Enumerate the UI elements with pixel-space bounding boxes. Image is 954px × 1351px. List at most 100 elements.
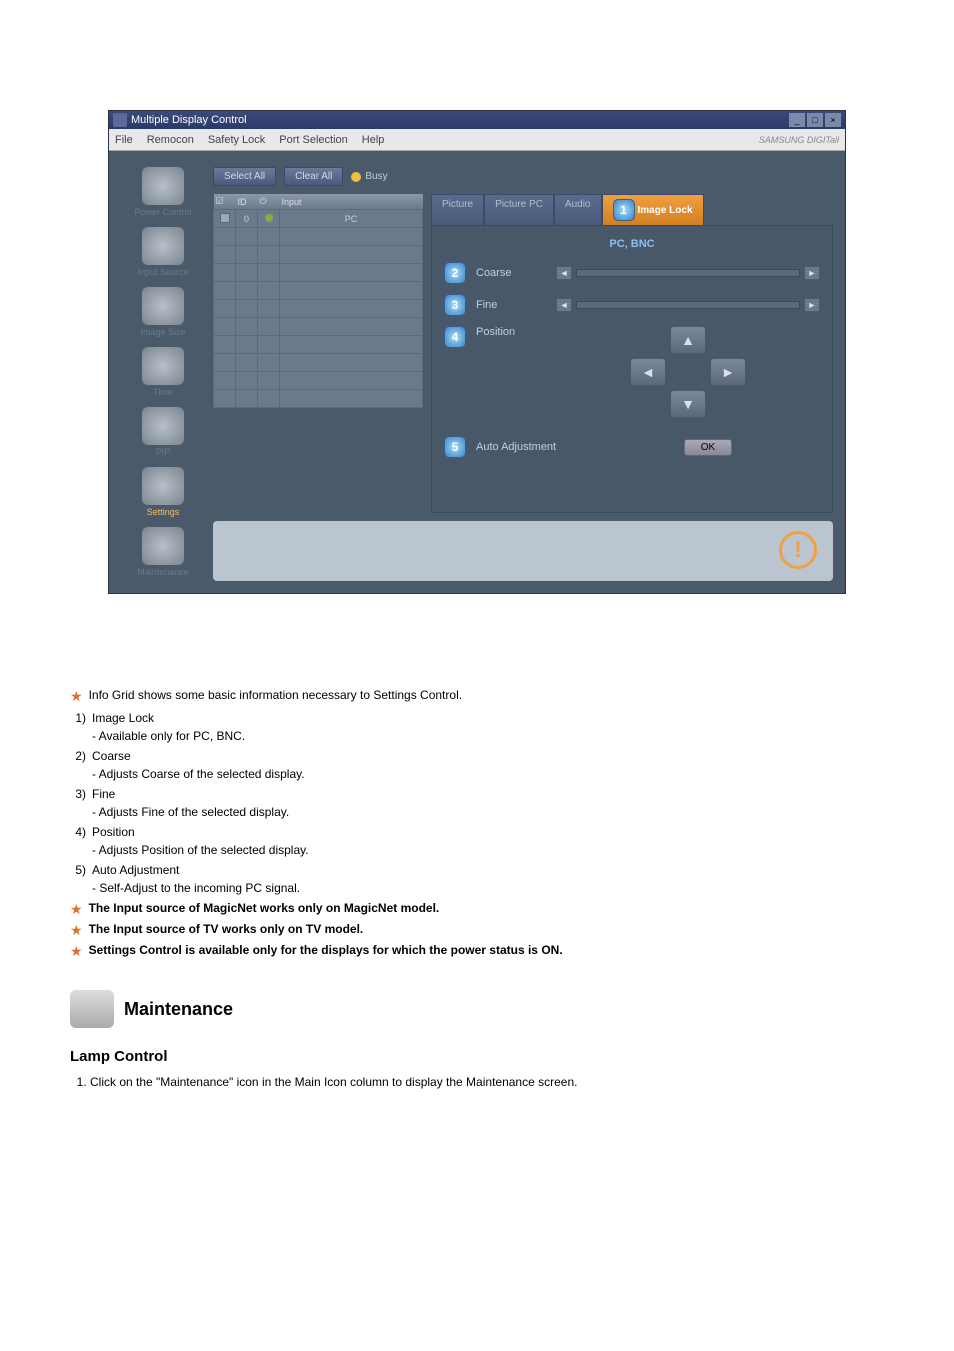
wrench-icon bbox=[70, 990, 114, 1028]
menu-safety-lock[interactable]: Safety Lock bbox=[208, 134, 265, 146]
busy-indicator: Busy bbox=[351, 171, 387, 182]
time-icon bbox=[142, 347, 184, 385]
fine-increase-button[interactable]: ► bbox=[804, 298, 820, 312]
position-right-button[interactable]: ► bbox=[710, 358, 746, 386]
fine-row: 3 Fine ◄ ► bbox=[444, 294, 820, 316]
settings-icon bbox=[142, 467, 184, 505]
list-note: - Adjusts Position of the selected displ… bbox=[92, 843, 884, 857]
coarse-decrease-button[interactable]: ◄ bbox=[556, 266, 572, 280]
star-icon: ★ bbox=[70, 688, 83, 705]
sidebar-label: Settings bbox=[147, 507, 180, 517]
title-text: Multiple Display Control bbox=[131, 114, 247, 126]
sidebar-label: Power Control bbox=[134, 207, 191, 217]
fine-label: Fine bbox=[476, 299, 546, 311]
busy-label: Busy bbox=[365, 171, 387, 182]
menu-file[interactable]: File bbox=[115, 134, 133, 146]
table-row bbox=[214, 372, 423, 390]
tab-label: Image Lock bbox=[638, 205, 693, 216]
coarse-track[interactable] bbox=[576, 269, 800, 277]
app-window: Multiple Display Control _ □ × File Remo… bbox=[108, 110, 846, 594]
app-icon bbox=[113, 113, 127, 127]
position-label: Position bbox=[476, 326, 546, 338]
col-id: ID bbox=[236, 194, 258, 210]
coarse-slider: ◄ ► bbox=[556, 266, 820, 280]
menubar: File Remocon Safety Lock Port Selection … bbox=[109, 129, 845, 151]
fine-slider: ◄ ► bbox=[556, 298, 820, 312]
position-left-button[interactable]: ◄ bbox=[630, 358, 666, 386]
menu-remocon[interactable]: Remocon bbox=[147, 134, 194, 146]
sidebar-item-image-size[interactable]: Image Size bbox=[121, 283, 205, 341]
sidebar-item-time[interactable]: Time bbox=[121, 343, 205, 401]
note-text: The Input source of MagicNet works only … bbox=[89, 901, 440, 915]
tab-picture[interactable]: Picture bbox=[431, 194, 484, 225]
pip-icon bbox=[142, 407, 184, 445]
sidebar-item-power-control[interactable]: Power Control bbox=[121, 163, 205, 221]
power-on-icon bbox=[265, 214, 273, 222]
list-item: 2) Coarse bbox=[70, 749, 884, 763]
coarse-increase-button[interactable]: ► bbox=[804, 266, 820, 280]
doc-intro: ★ Info Grid shows some basic information… bbox=[70, 688, 884, 705]
position-row: 4 Position ▲ ◄ ► bbox=[444, 326, 820, 418]
coarse-row: 2 Coarse ◄ ► bbox=[444, 262, 820, 284]
sidebar-item-pip[interactable]: PIP bbox=[121, 403, 205, 461]
grid-header-row: ☑ ID ⏻ Input bbox=[214, 194, 423, 210]
brand-label: SAMSUNG DIGITall bbox=[759, 135, 839, 145]
info-grid: ☑ ID ⏻ Input 0 PC bbox=[213, 194, 423, 513]
table-row[interactable]: 0 PC bbox=[214, 210, 423, 228]
doc-note: ★ Settings Control is available only for… bbox=[70, 943, 884, 960]
marker-2: 2 bbox=[444, 262, 466, 284]
app-body: Power Control Input Source Image Size Ti… bbox=[109, 151, 845, 593]
size-icon bbox=[142, 287, 184, 325]
sidebar-item-maintenance[interactable]: Maintenance bbox=[121, 523, 205, 581]
minimize-button[interactable]: _ bbox=[789, 113, 805, 127]
footer-area: ! bbox=[213, 521, 833, 581]
tabs: Picture Picture PC Audio 1 Image Lock bbox=[431, 194, 833, 225]
list-note: - Adjusts Coarse of the selected display… bbox=[92, 767, 884, 781]
menu-port-selection[interactable]: Port Selection bbox=[279, 134, 347, 146]
maximize-button[interactable]: □ bbox=[807, 113, 823, 127]
table-row bbox=[214, 318, 423, 336]
sidebar-label: Input Source bbox=[137, 267, 188, 277]
section-header: Maintenance bbox=[70, 990, 884, 1028]
tab-picture-pc[interactable]: Picture PC bbox=[484, 194, 554, 225]
tab-image-lock[interactable]: 1 Image Lock bbox=[602, 194, 704, 225]
position-down-button[interactable]: ▼ bbox=[670, 390, 706, 418]
star-icon: ★ bbox=[70, 943, 83, 960]
col-input: Input bbox=[280, 194, 423, 210]
table-row bbox=[214, 300, 423, 318]
fine-decrease-button[interactable]: ◄ bbox=[556, 298, 572, 312]
table-row bbox=[214, 264, 423, 282]
menu-help[interactable]: Help bbox=[362, 134, 385, 146]
auto-adjust-ok-button[interactable]: OK bbox=[684, 439, 732, 456]
fine-track[interactable] bbox=[576, 301, 800, 309]
step-list: Click on the "Maintenance" icon in the M… bbox=[90, 1075, 884, 1089]
maintenance-icon bbox=[142, 527, 184, 565]
main-area: Select All Clear All Busy ☑ ID bbox=[213, 163, 833, 581]
table-row bbox=[214, 246, 423, 264]
table-row bbox=[214, 354, 423, 372]
list-note: - Adjusts Fine of the selected display. bbox=[92, 805, 884, 819]
settings-panel: Picture Picture PC Audio 1 Image Lock PC… bbox=[431, 194, 833, 513]
select-all-button[interactable]: Select All bbox=[213, 167, 276, 186]
star-icon: ★ bbox=[70, 901, 83, 918]
doc-list: 1) Image Lock - Available only for PC, B… bbox=[70, 711, 884, 895]
auto-adjust-label: Auto Adjustment bbox=[476, 441, 586, 453]
note-text: The Input source of TV works only on TV … bbox=[89, 922, 364, 936]
lamp-control-title: Lamp Control bbox=[70, 1048, 884, 1065]
cell-select[interactable] bbox=[214, 210, 236, 228]
window-controls: _ □ × bbox=[789, 113, 841, 127]
star-icon: ★ bbox=[70, 922, 83, 939]
table-row bbox=[214, 336, 423, 354]
sidebar-item-settings[interactable]: Settings bbox=[121, 463, 205, 521]
tab-audio[interactable]: Audio bbox=[554, 194, 602, 225]
position-up-button[interactable]: ▲ bbox=[670, 326, 706, 354]
close-button[interactable]: × bbox=[825, 113, 841, 127]
sidebar-item-input-source[interactable]: Input Source bbox=[121, 223, 205, 281]
power-icon bbox=[142, 167, 184, 205]
intro-text: Info Grid shows some basic information n… bbox=[89, 688, 463, 702]
doc-note: ★ The Input source of MagicNet works onl… bbox=[70, 901, 884, 918]
list-note: - Available only for PC, BNC. bbox=[92, 729, 884, 743]
clear-all-button[interactable]: Clear All bbox=[284, 167, 343, 186]
list-item: 3) Fine bbox=[70, 787, 884, 801]
step-item: Click on the "Maintenance" icon in the M… bbox=[90, 1075, 884, 1089]
